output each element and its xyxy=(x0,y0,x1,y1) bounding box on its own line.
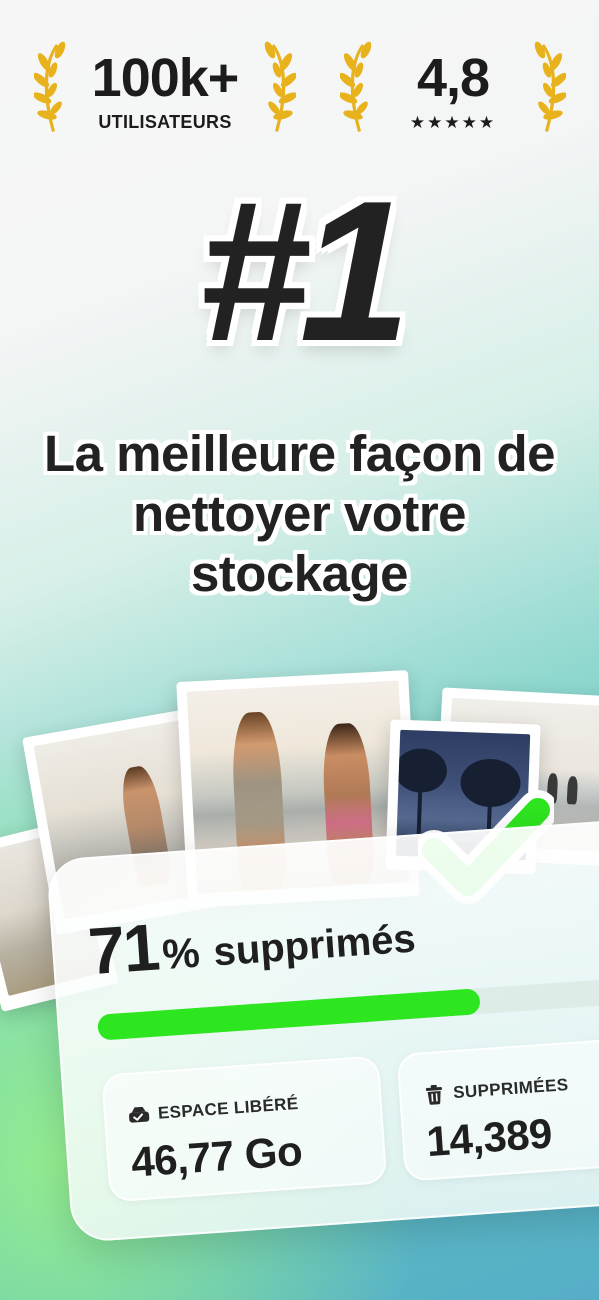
percent-label: supprimés xyxy=(212,916,417,975)
laurel-right-icon xyxy=(264,41,296,132)
rank-heading: #1 xyxy=(198,160,410,383)
deletion-progress-bar xyxy=(96,977,599,1041)
deleted-count-value: 14,389 xyxy=(424,1109,554,1166)
cleanup-summary-card: 71% supprimés ESPACE LIBÉRÉ 46,77 Go SUPP… xyxy=(46,816,599,1244)
space-freed-stat: ESPACE LIBÉRÉ 46,77 Go xyxy=(101,1055,388,1203)
rating-badge: 4,8 ★★★★★ xyxy=(340,40,566,140)
percent-value: 71 xyxy=(85,909,161,989)
space-freed-label: ESPACE LIBÉRÉ xyxy=(157,1094,300,1123)
progress-fill xyxy=(96,988,482,1041)
headline: La meilleure façon de nettoyer votre sto… xyxy=(43,425,556,602)
percent-sign: % xyxy=(160,928,202,979)
laurel-right-icon xyxy=(534,41,566,132)
deleted-count-label: SUPPRIMÉES xyxy=(452,1075,570,1103)
deleted-percentage: 71% supprimés xyxy=(86,891,418,990)
users-badge: 100k+ UTILISATEURS xyxy=(34,40,296,140)
trash-icon xyxy=(425,1084,442,1105)
space-freed-value: 46,77 Go xyxy=(129,1126,304,1186)
drive-icon xyxy=(129,1106,150,1123)
deleted-count-stat: SUPPRIMÉES 14,389 xyxy=(396,1037,599,1182)
users-count: 100k+ xyxy=(91,48,240,108)
users-label: UTILISATEURS xyxy=(98,112,232,132)
